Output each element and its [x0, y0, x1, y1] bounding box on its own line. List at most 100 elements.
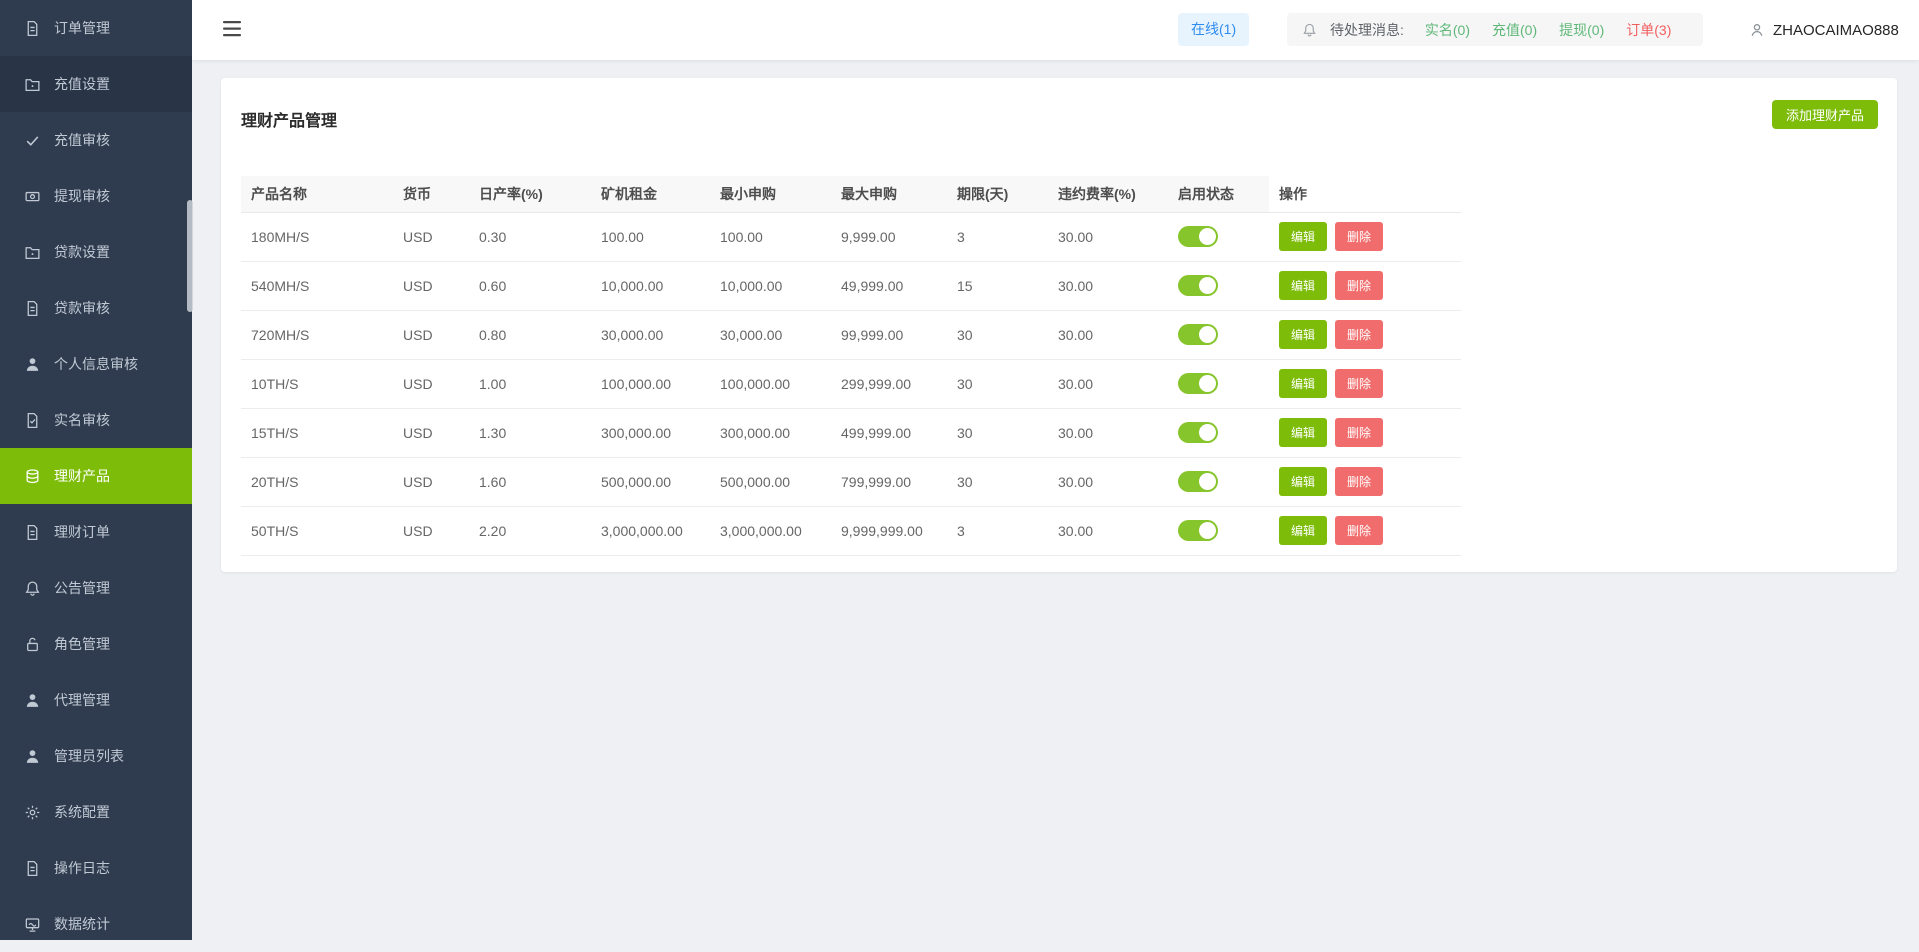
doc-icon — [24, 300, 41, 317]
cell-rate: 2.20 — [469, 506, 591, 555]
money-icon — [24, 188, 41, 205]
enable-toggle[interactable] — [1178, 373, 1218, 394]
cell-actions: 编辑删除 — [1269, 408, 1461, 457]
notif-recharge[interactable]: 充值(0) — [1492, 20, 1537, 40]
edit-button[interactable]: 编辑 — [1279, 418, 1327, 447]
table-row: 540MH/SUSD0.6010,000.0010,000.0049,999.0… — [241, 261, 1461, 310]
sidebar-item-loan-settings[interactable]: 贷款设置 — [0, 224, 192, 280]
sidebar-item-financial-products[interactable]: 理财产品 — [0, 448, 192, 504]
sidebar-item-label: 个人信息审核 — [54, 354, 138, 374]
notif-realname[interactable]: 实名(0) — [1425, 20, 1470, 40]
sidebar-item-recharge-settings[interactable]: 充值设置 — [0, 56, 192, 112]
check-icon — [24, 132, 41, 149]
table-row: 180MH/SUSD0.30100.00100.009,999.00330.00… — [241, 212, 1461, 261]
edit-button[interactable]: 编辑 — [1279, 271, 1327, 300]
sidebar-item-order-management[interactable]: 订单管理 — [0, 0, 192, 56]
delete-button[interactable]: 删除 — [1335, 516, 1383, 545]
delete-button[interactable]: 删除 — [1335, 418, 1383, 447]
cell-currency: USD — [393, 408, 469, 457]
edit-button[interactable]: 编辑 — [1279, 516, 1327, 545]
sidebar-item-label: 理财产品 — [54, 466, 110, 486]
pending-messages-items: 实名(0) 充值(0) 提现(0) 订单(3) — [1425, 20, 1672, 40]
enable-toggle[interactable] — [1178, 422, 1218, 443]
add-product-button[interactable]: 添加理财产品 — [1772, 100, 1878, 129]
cell-rate: 1.00 — [469, 359, 591, 408]
column-header: 最小申购 — [710, 176, 831, 212]
sidebar-nav: 订单管理充值设置充值审核提现审核贷款设置贷款审核个人信息审核实名审核理财产品理财… — [0, 0, 192, 952]
delete-button[interactable]: 删除 — [1335, 467, 1383, 496]
sidebar-scrollbar[interactable] — [187, 200, 193, 312]
enable-toggle[interactable] — [1178, 471, 1218, 492]
column-header: 矿机租金 — [591, 176, 710, 212]
sidebar-item-financial-orders[interactable]: 理财订单 — [0, 504, 192, 560]
cell-min: 3,000,000.00 — [710, 506, 831, 555]
notif-orders[interactable]: 订单(3) — [1626, 20, 1671, 40]
sidebar-item-label: 角色管理 — [54, 634, 110, 654]
column-header: 最大申购 — [831, 176, 947, 212]
cell-fee: 30.00 — [1048, 408, 1168, 457]
sidebar-item-loan-review[interactable]: 贷款审核 — [0, 280, 192, 336]
table-row: 15TH/SUSD1.30300,000.00300,000.00499,999… — [241, 408, 1461, 457]
cell-rate: 1.30 — [469, 408, 591, 457]
cell-term: 30 — [947, 408, 1048, 457]
notif-withdrawal[interactable]: 提现(0) — [1559, 20, 1604, 40]
cell-actions: 编辑删除 — [1269, 261, 1461, 310]
enable-toggle[interactable] — [1178, 520, 1218, 541]
sidebar: 订单管理充值设置充值审核提现审核贷款设置贷款审核个人信息审核实名审核理财产品理财… — [0, 0, 192, 940]
sidebar-item-data-statistics[interactable]: 数据统计 — [0, 896, 192, 952]
edit-button[interactable]: 编辑 — [1279, 467, 1327, 496]
cell-max: 49,999.00 — [831, 261, 947, 310]
sidebar-item-label: 理财订单 — [54, 522, 110, 542]
cell-currency: USD — [393, 457, 469, 506]
sidebar-item-role-management[interactable]: 角色管理 — [0, 616, 192, 672]
sidebar-item-withdrawal-review[interactable]: 提现审核 — [0, 168, 192, 224]
edit-button[interactable]: 编辑 — [1279, 222, 1327, 251]
cell-actions: 编辑删除 — [1269, 457, 1461, 506]
sidebar-item-recharge-review[interactable]: 充值审核 — [0, 112, 192, 168]
person-icon — [24, 748, 41, 765]
enable-toggle[interactable] — [1178, 324, 1218, 345]
doc-check-icon — [24, 412, 41, 429]
sidebar-item-agent-management[interactable]: 代理管理 — [0, 672, 192, 728]
cell-actions: 编辑删除 — [1269, 310, 1461, 359]
cell-rent: 100,000.00 — [591, 359, 710, 408]
edit-button[interactable]: 编辑 — [1279, 320, 1327, 349]
cell-actions: 编辑删除 — [1269, 359, 1461, 408]
cell-max: 99,999.00 — [831, 310, 947, 359]
cell-name: 10TH/S — [241, 359, 393, 408]
cell-min: 100,000.00 — [710, 359, 831, 408]
menu-toggle-icon[interactable] — [223, 21, 243, 37]
edit-button[interactable]: 编辑 — [1279, 369, 1327, 398]
sidebar-item-label: 贷款审核 — [54, 298, 110, 318]
person-icon — [24, 692, 41, 709]
user-menu[interactable]: ZHAOCAIMAO888 — [1749, 0, 1899, 60]
cell-rent: 30,000.00 — [591, 310, 710, 359]
sidebar-item-label: 管理员列表 — [54, 746, 124, 766]
delete-button[interactable]: 删除 — [1335, 369, 1383, 398]
bell-icon — [24, 580, 41, 597]
sidebar-item-realname-review[interactable]: 实名审核 — [0, 392, 192, 448]
cell-currency: USD — [393, 212, 469, 261]
sidebar-item-system-config[interactable]: 系统配置 — [0, 784, 192, 840]
cell-actions: 编辑删除 — [1269, 212, 1461, 261]
person-icon — [24, 356, 41, 373]
enable-toggle[interactable] — [1178, 226, 1218, 247]
online-status-badge[interactable]: 在线(1) — [1178, 13, 1249, 46]
bell-icon — [1302, 22, 1317, 38]
delete-button[interactable]: 删除 — [1335, 320, 1383, 349]
table-row: 720MH/SUSD0.8030,000.0030,000.0099,999.0… — [241, 310, 1461, 359]
sidebar-item-personal-info-review[interactable]: 个人信息审核 — [0, 336, 192, 392]
delete-button[interactable]: 删除 — [1335, 271, 1383, 300]
doc-icon — [24, 860, 41, 877]
sidebar-item-label: 操作日志 — [54, 858, 110, 878]
sidebar-item-label: 充值审核 — [54, 130, 110, 150]
sidebar-item-announcement-management[interactable]: 公告管理 — [0, 560, 192, 616]
sidebar-item-admin-list[interactable]: 管理员列表 — [0, 728, 192, 784]
enable-toggle[interactable] — [1178, 275, 1218, 296]
sidebar-item-label: 公告管理 — [54, 578, 110, 598]
products-table: 产品名称货币日产率(%)矿机租金最小申购最大申购期限(天)违约费率(%)启用状态… — [241, 176, 1461, 556]
sidebar-item-operation-log[interactable]: 操作日志 — [0, 840, 192, 896]
delete-button[interactable]: 删除 — [1335, 222, 1383, 251]
cell-name: 720MH/S — [241, 310, 393, 359]
cell-term: 30 — [947, 457, 1048, 506]
